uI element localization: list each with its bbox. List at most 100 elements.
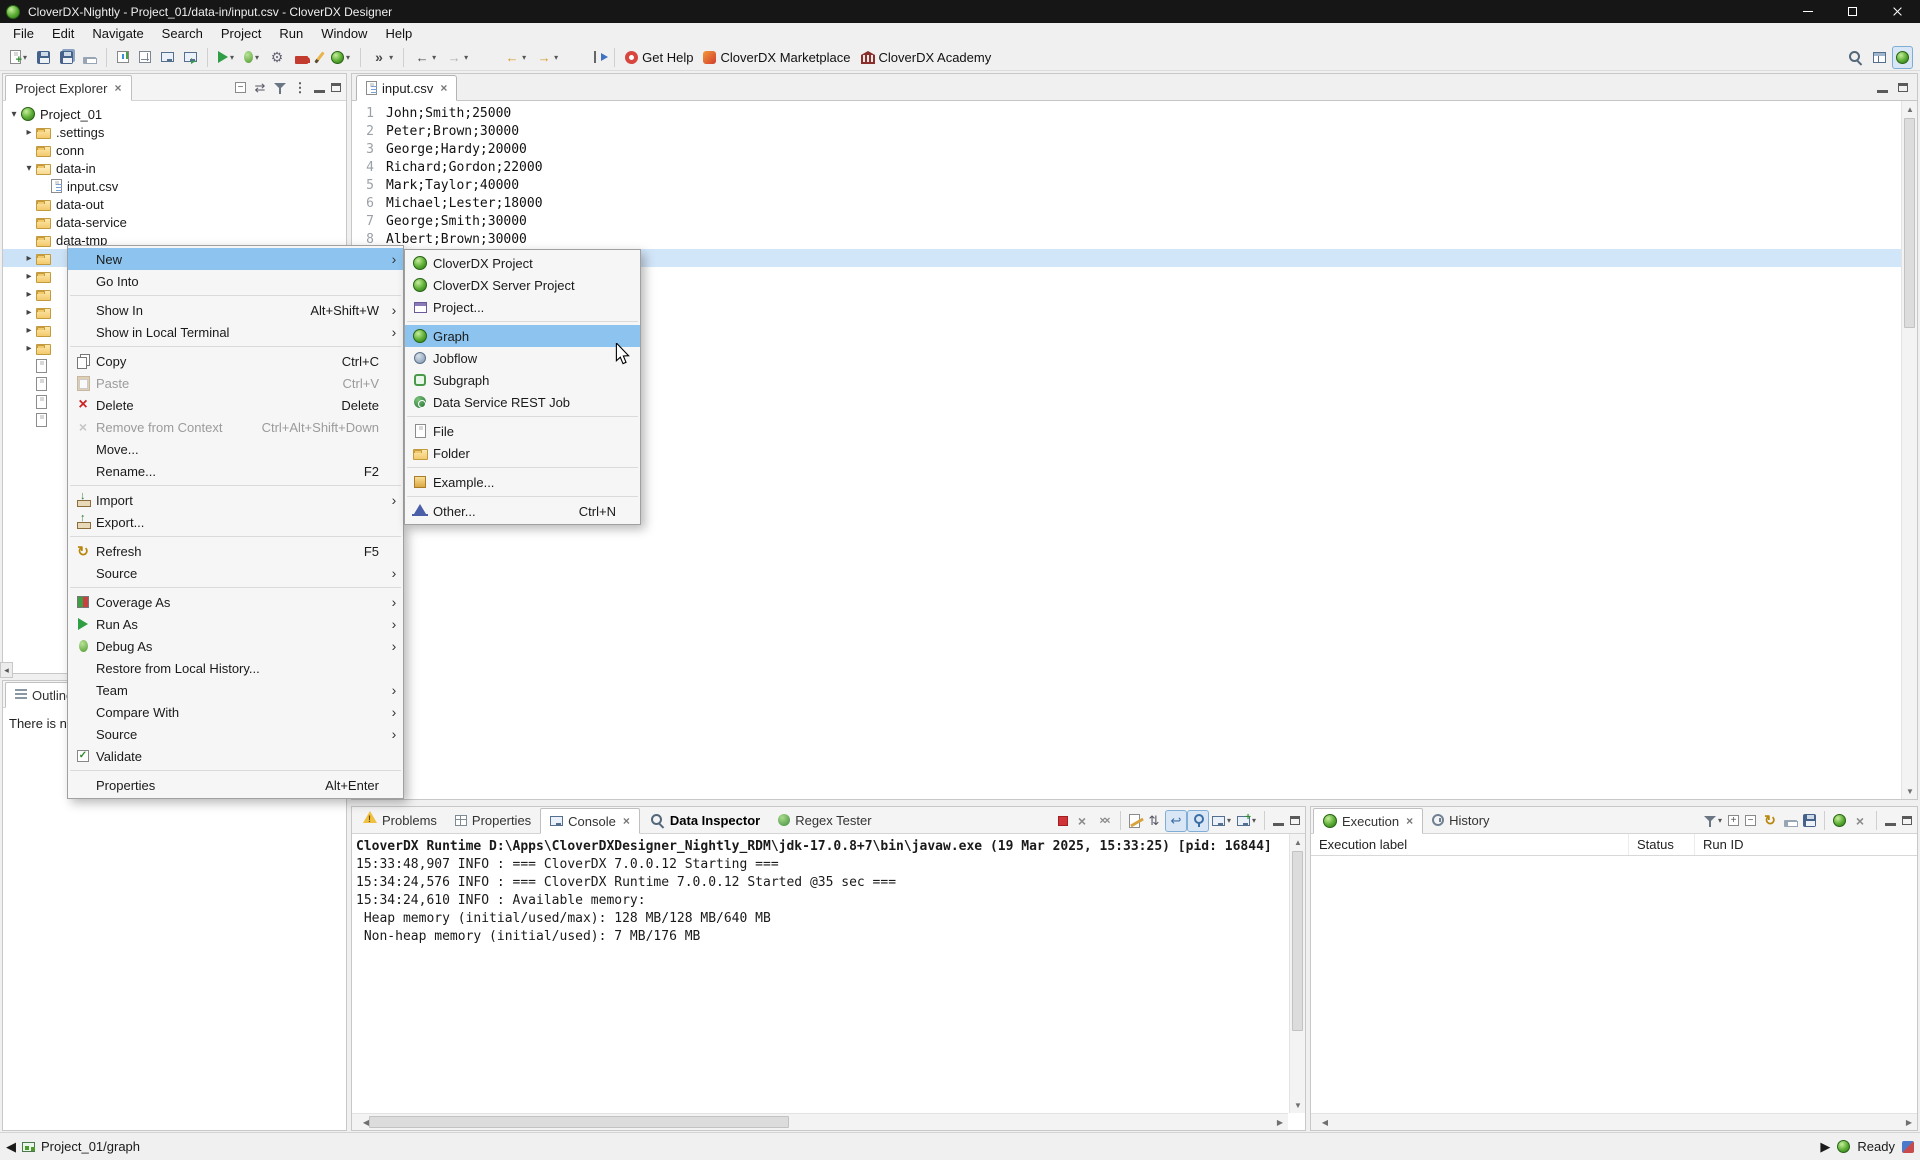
tree-expand-arrow[interactable] (22, 343, 36, 354)
back-button[interactable]: ▾ (410, 46, 440, 69)
new-button[interactable]: ▾ (6, 46, 31, 69)
context-export[interactable]: Export... (68, 511, 403, 533)
maximize-view-button[interactable] (328, 77, 344, 99)
menu-navigate[interactable]: Navigate (83, 23, 152, 44)
new-data-service-rest-job[interactable]: Data Service REST Job (405, 391, 640, 413)
context-import[interactable]: Import (68, 489, 403, 511)
refresh-button[interactable] (1759, 810, 1781, 832)
connect-to-server-button[interactable]: ▾ (327, 46, 354, 69)
context-copy[interactable]: CopyCtrl+C (68, 350, 403, 372)
open-graph-button[interactable] (113, 46, 133, 69)
console-horizontal-scrollbar[interactable] (352, 1113, 1288, 1130)
context-debug-as[interactable]: Debug As (68, 635, 403, 657)
collapse-all-button[interactable] (1742, 810, 1759, 832)
console-tab-data-inspector[interactable]: Data Inspector (640, 807, 769, 833)
maximize-window-button[interactable] (1830, 0, 1875, 23)
close-tab-icon[interactable] (623, 815, 630, 827)
context-run-as[interactable]: Run As (68, 613, 403, 635)
tree-item-project-01[interactable]: Project_01 (3, 105, 346, 123)
export-log-button[interactable] (1800, 810, 1819, 832)
menu-run[interactable]: Run (270, 23, 312, 44)
context-remove-from-context[interactable]: Remove from ContextCtrl+Alt+Shift+Down (68, 416, 403, 438)
print-log-button[interactable] (1781, 810, 1800, 832)
cloverdx-perspective-button[interactable] (1892, 46, 1913, 69)
tree-expand-arrow[interactable] (22, 127, 36, 138)
minimize-view-button[interactable] (1882, 810, 1899, 832)
tree-item-data-out[interactable]: data-out (3, 195, 346, 213)
menu-window[interactable]: Window (312, 23, 376, 44)
search-button[interactable] (1843, 46, 1867, 69)
expand-all-button[interactable] (1725, 810, 1742, 832)
context-properties[interactable]: PropertiesAlt+Enter (68, 774, 403, 796)
menu-project[interactable]: Project (212, 23, 270, 44)
maximize-view-button[interactable] (1287, 810, 1303, 832)
context-paste[interactable]: PasteCtrl+V (68, 372, 403, 394)
terminate-button[interactable] (1055, 810, 1071, 832)
minimize-view-button[interactable] (311, 77, 328, 99)
tree-item-settings[interactable]: .settings (3, 123, 346, 141)
forward-button[interactable]: ▾ (442, 46, 472, 69)
execution-tab-execution[interactable]: Execution (1313, 808, 1423, 834)
maximize-editor-button[interactable] (1894, 76, 1912, 99)
column-header-execution-label[interactable]: Execution label (1311, 834, 1629, 855)
tree-item-input-csv[interactable]: input.csv (3, 177, 346, 195)
scroll-down-icon[interactable] (1902, 783, 1917, 799)
new-file[interactable]: File (405, 420, 640, 442)
link-with-editor-button[interactable] (249, 77, 271, 99)
debug-graph-button[interactable]: ▾ (240, 46, 263, 69)
run-on-server-button[interactable] (180, 46, 201, 69)
scrollbar-thumb[interactable] (369, 1116, 789, 1128)
scrollbar-thumb[interactable] (1292, 851, 1303, 1031)
context-rename[interactable]: Rename...F2 (68, 460, 403, 482)
context-source[interactable]: Source (68, 723, 403, 745)
cloverdx-academy-button[interactable]: CloverDX Academy (857, 46, 996, 69)
console-vertical-scrollbar[interactable] (1289, 834, 1305, 1113)
scroll-up-icon[interactable] (1290, 834, 1306, 850)
minimize-editor-button[interactable] (1873, 76, 1892, 99)
remove-launch-button[interactable] (1071, 810, 1093, 832)
skip-to-end-button[interactable]: ▾ (367, 46, 397, 69)
new-cloverdx-project[interactable]: CloverDX Project (405, 252, 640, 274)
get-help-button[interactable]: Get Help (621, 46, 697, 69)
context-team[interactable]: Team (68, 679, 403, 701)
save-all-button[interactable] (56, 46, 77, 69)
tree-expand-arrow[interactable] (22, 307, 36, 318)
console-tab-problems[interactable]: Problems (354, 807, 446, 833)
tab-project-explorer[interactable]: Project Explorer (5, 75, 132, 101)
filter-button[interactable] (271, 77, 289, 99)
tree-item-data-in[interactable]: data-in (3, 159, 346, 177)
console-tab-properties[interactable]: Properties (446, 807, 540, 833)
open-console-button[interactable]: ▾ (1234, 810, 1259, 832)
filter-executions-button[interactable]: ▾ (1701, 810, 1725, 832)
scroll-left-icon[interactable] (1317, 1114, 1333, 1130)
scrollbar-thumb[interactable] (1904, 118, 1915, 328)
close-window-button[interactable] (1875, 0, 1920, 23)
open-console-view-button[interactable] (157, 46, 178, 69)
context-show-in[interactable]: Show InAlt+Shift+W (68, 299, 403, 321)
context-move[interactable]: Move... (68, 438, 403, 460)
console-tab-regex-tester[interactable]: Regex Tester (769, 807, 880, 833)
tree-expand-arrow[interactable] (22, 325, 36, 336)
context-new[interactable]: New (68, 248, 403, 270)
remove-execution-button[interactable] (1849, 810, 1871, 832)
tree-collapse-arrow[interactable] (22, 163, 36, 174)
tree-collapse-arrow[interactable] (7, 109, 21, 120)
new-other[interactable]: Other...Ctrl+N (405, 500, 640, 522)
tree-item-conn[interactable]: conn (3, 141, 346, 159)
view-menu-button[interactable] (289, 77, 311, 99)
execution-tab-history[interactable]: History (1423, 807, 1498, 833)
scroll-up-icon[interactable] (1902, 101, 1917, 117)
next-edit-button[interactable]: ▾ (532, 46, 562, 69)
word-wrap-button[interactable] (1165, 810, 1187, 832)
tree-expand-arrow[interactable] (22, 253, 36, 264)
restore-panel-button[interactable] (0, 662, 13, 678)
print-button[interactable] (79, 46, 100, 69)
settings-button[interactable] (265, 46, 289, 69)
context-restore-from-local-history[interactable]: Restore from Local History... (68, 657, 403, 679)
edit-button[interactable] (314, 46, 325, 69)
scroll-down-icon[interactable] (1290, 1097, 1306, 1113)
new-subgraph[interactable]: Subgraph (405, 369, 640, 391)
maximize-view-button[interactable] (1899, 810, 1915, 832)
pin-console-button[interactable] (1187, 810, 1209, 832)
close-tab-icon[interactable] (114, 82, 121, 94)
